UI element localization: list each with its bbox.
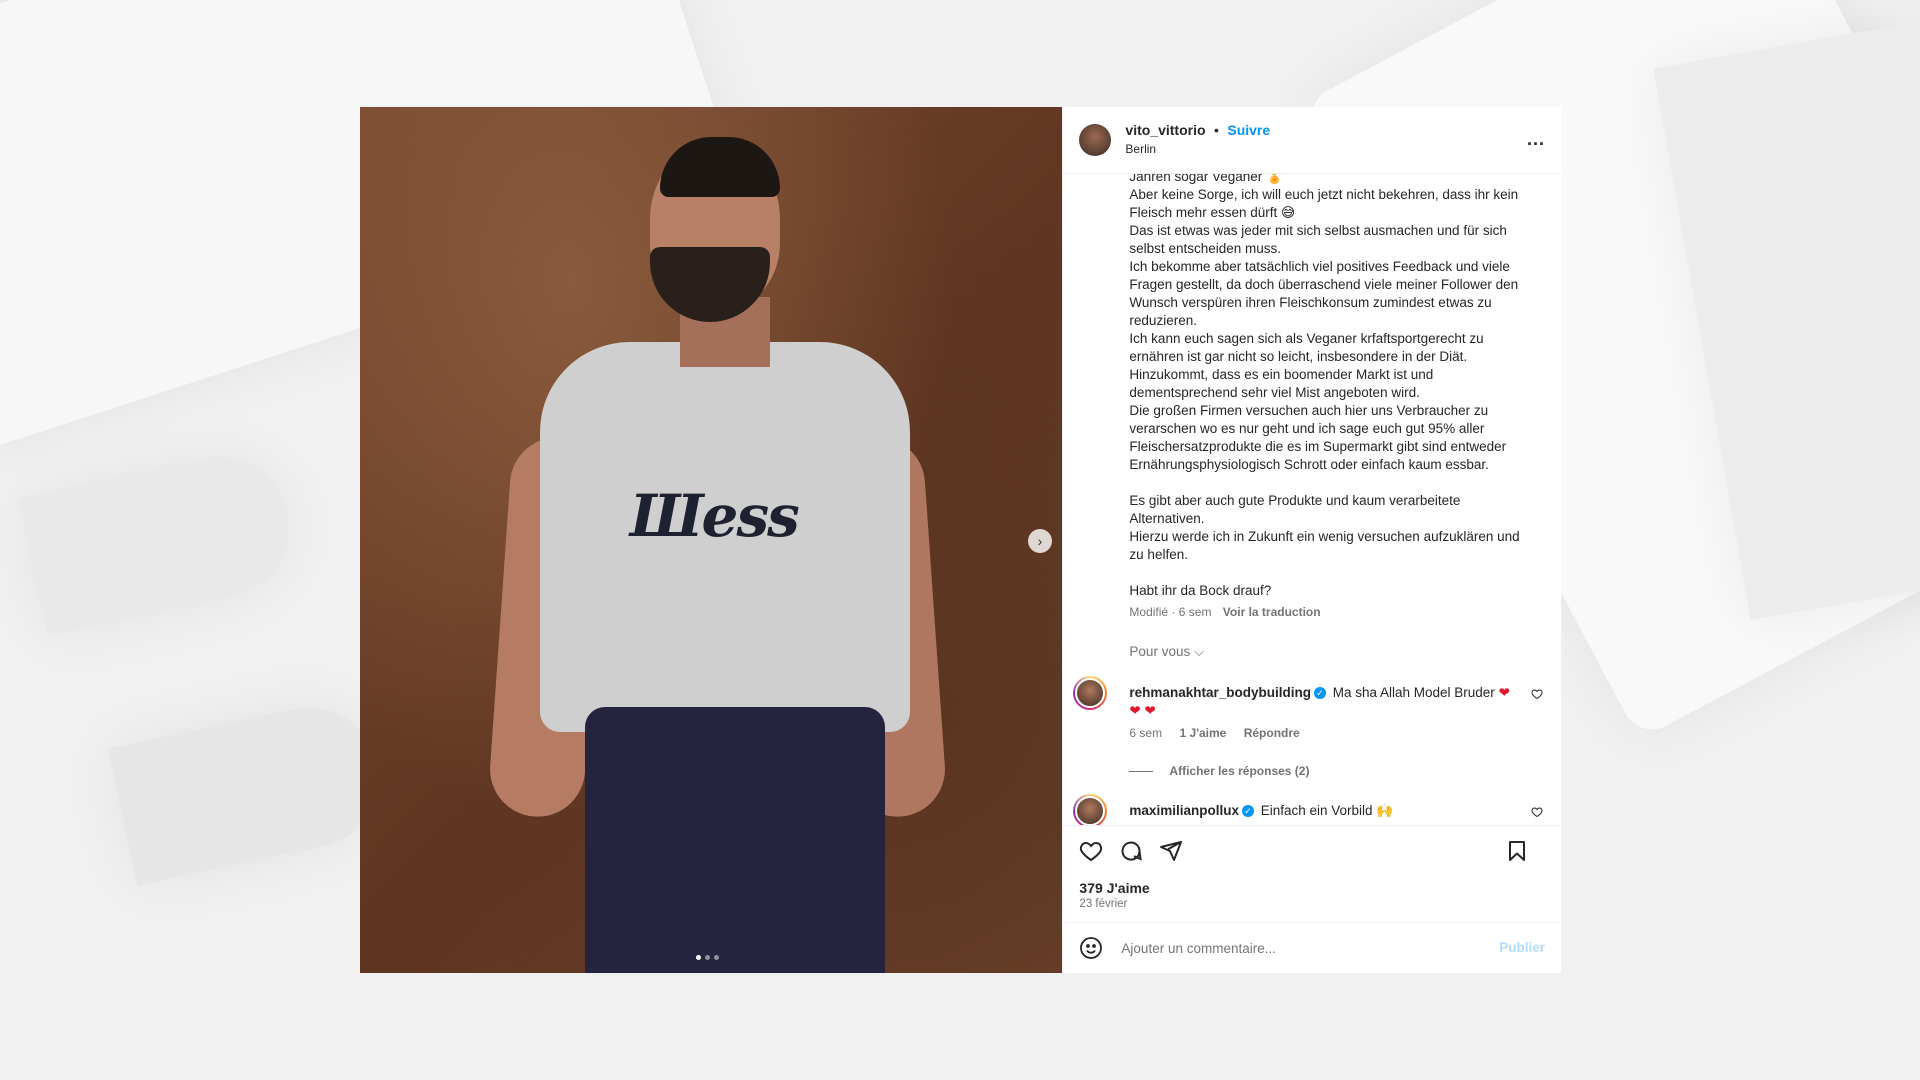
comment-text: Einfach ein Vorbild 🙌 xyxy=(1260,803,1394,818)
carousel-dot xyxy=(714,955,719,960)
bookmark-icon[interactable] xyxy=(1505,839,1529,863)
post-location[interactable]: Berlin xyxy=(1125,140,1270,159)
post-sidebar: vito_vittorio • Suivre Berlin ... Jahren… xyxy=(1062,107,1561,973)
commenter-avatar[interactable] xyxy=(1073,676,1108,710)
commenter-username[interactable]: maximilianpollux xyxy=(1129,803,1239,818)
comment-icon[interactable] xyxy=(1119,839,1143,863)
post-date: 23 février xyxy=(1079,898,1128,910)
background-shape xyxy=(108,694,392,886)
commenter-username[interactable]: rehmanakhtar_bodybuilding xyxy=(1129,685,1311,700)
translate-link[interactable]: Voir la traduction xyxy=(1223,605,1321,619)
carousel-dot xyxy=(705,955,710,960)
add-comment-bar: Publier xyxy=(1063,922,1561,973)
avatar[interactable] xyxy=(1079,124,1112,156)
likes-count[interactable]: 379 J'aime xyxy=(1063,876,1561,896)
next-image-button[interactable]: › xyxy=(1028,529,1052,553)
post-header: vito_vittorio • Suivre Berlin ... xyxy=(1063,107,1561,174)
photo-subject xyxy=(486,137,949,973)
comments-scroll-area[interactable]: Jahren sogar Veganer 🏅 Aber keine Sorge,… xyxy=(1063,174,1561,825)
caption-line: Es gibt aber auch gute Produkte und kaum… xyxy=(1129,493,1461,526)
caption-time: Modifié · 6 sem xyxy=(1129,605,1212,619)
caption-line: Ich bekomme aber tatsächlich viel positi… xyxy=(1129,259,1519,328)
emoji-icon[interactable] xyxy=(1079,936,1103,960)
comment-likes[interactable]: 1 J'aime xyxy=(1179,726,1226,740)
verified-badge-icon: ✓ xyxy=(1241,805,1254,818)
chevron-right-icon: › xyxy=(1037,533,1043,549)
post-caption: Jahren sogar Veganer 🏅 Aber keine Sorge,… xyxy=(1129,174,1533,600)
caption-line: Ich kann euch sagen sich als Veganer krf… xyxy=(1129,331,1484,364)
publish-button[interactable]: Publier xyxy=(1499,940,1545,955)
post-actions xyxy=(1063,825,1561,876)
reply-button[interactable]: Répondre xyxy=(1244,726,1300,740)
post-username[interactable]: vito_vittorio xyxy=(1125,122,1205,138)
view-replies-button[interactable]: Afficher les réponses (2) xyxy=(1129,764,1309,778)
follow-button[interactable]: Suivre xyxy=(1227,122,1270,138)
comment-text: Ma sha Allah Model Bruder xyxy=(1332,685,1495,700)
like-icon[interactable] xyxy=(1079,839,1103,863)
separator-dot: • xyxy=(1214,122,1219,138)
carousel-dot xyxy=(696,955,701,960)
caption-line: Habt ihr da Bock drauf? xyxy=(1129,583,1272,598)
comment-like-icon[interactable] xyxy=(1531,806,1543,821)
post-image[interactable]: Шess › xyxy=(360,107,1063,973)
carousel-dots xyxy=(696,955,719,960)
comment-time: 6 sem xyxy=(1129,726,1163,740)
caption-line: Jahren sogar Veganer 🏅 xyxy=(1129,174,1283,184)
comment-input[interactable] xyxy=(1119,939,1484,957)
comments-filter-dropdown[interactable]: Pour vous ⌵ xyxy=(1129,644,1204,660)
caption-meta: Modifié · 6 sem Voir la traduction xyxy=(1129,605,1320,619)
caption-line: Das ist etwas was jeder mit sich selbst … xyxy=(1129,223,1507,256)
comment-meta: 6 sem 1 J'aime Répondre xyxy=(1129,726,1313,740)
caption-line: Die großen Firmen versuchen auch hier un… xyxy=(1129,403,1507,472)
comment-like-icon[interactable] xyxy=(1531,688,1543,703)
background-shape xyxy=(18,444,302,636)
commenter-avatar[interactable] xyxy=(1073,794,1108,825)
share-icon[interactable] xyxy=(1159,839,1183,863)
shirt-logo: Шess xyxy=(630,482,800,550)
caption-line: Aber keine Sorge, ich will euch jetzt ni… xyxy=(1129,187,1519,220)
verified-badge-icon: ✓ xyxy=(1313,687,1326,700)
more-options-icon[interactable]: ... xyxy=(1527,129,1545,150)
caption-line: Hierzu werde ich in Zukunft ein wenig ve… xyxy=(1129,529,1520,562)
caption-line: Hinzukommt, dass es ein boomender Markt … xyxy=(1129,367,1434,400)
post-modal: Шess › vito_vittorio • Suivre Berlin ... xyxy=(360,107,1561,973)
